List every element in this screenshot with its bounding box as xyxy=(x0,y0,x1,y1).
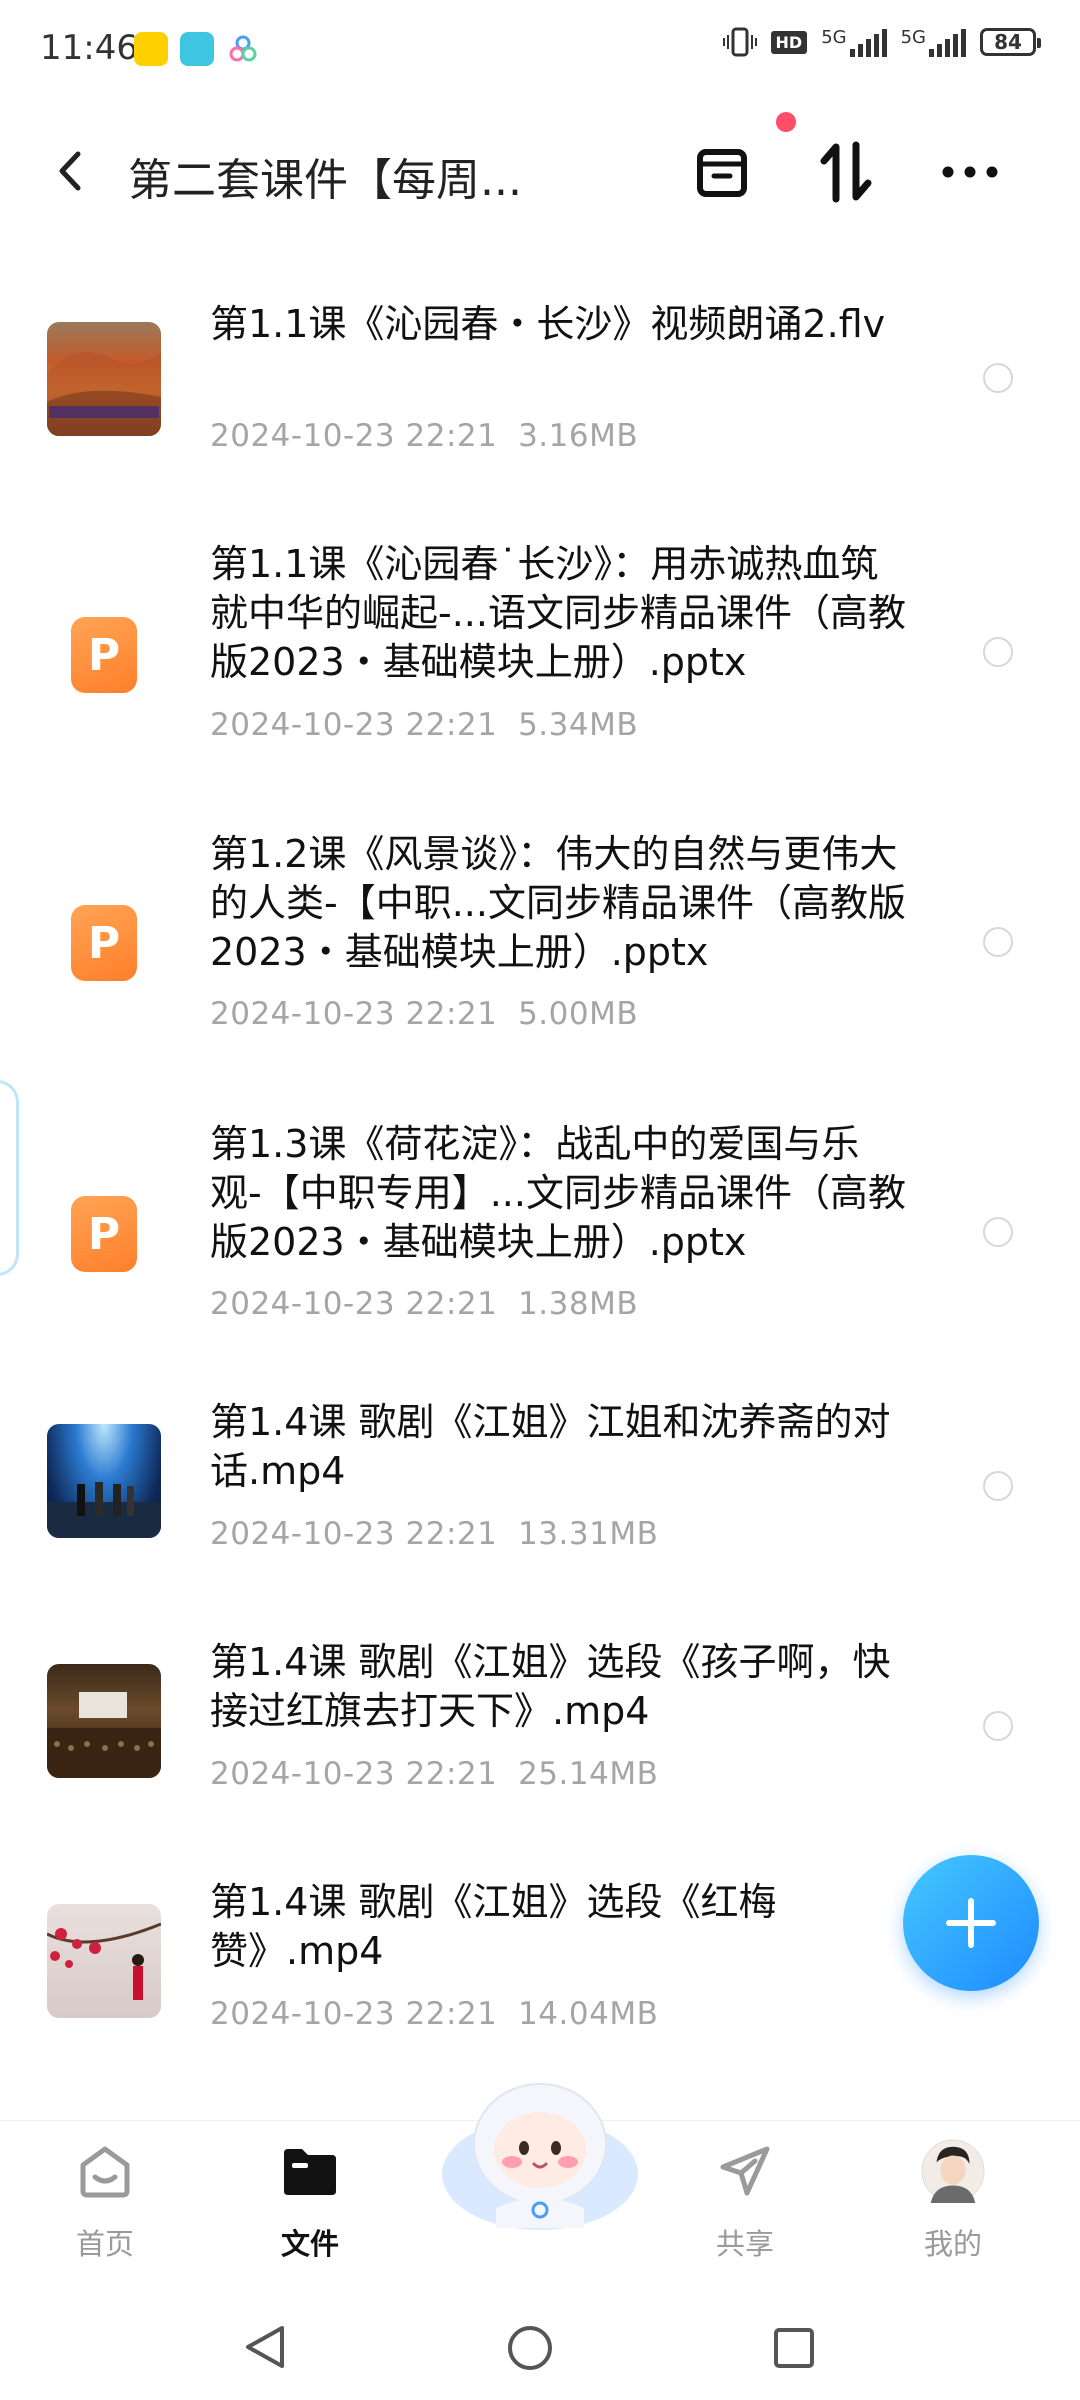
file-size: 1.38MB xyxy=(518,1286,639,1322)
network-label-2: 5G xyxy=(900,27,926,48)
top-bar: 第二套课件【每周... xyxy=(0,110,1080,230)
tab-share[interactable]: 共享 xyxy=(670,2121,820,2281)
tab-files-label: 文件 xyxy=(280,2227,339,2261)
file-name: 第1.4课 歌剧《江姐》江姐和沈养斋的对话.mp4 xyxy=(210,1400,891,1493)
file-size: 3.16MB xyxy=(518,418,639,454)
home-icon xyxy=(73,2139,137,2203)
file-meta: 2024-10-23 22:21 14.04MB xyxy=(210,1996,658,2032)
file-date: 2024-10-23 22:21 xyxy=(210,1516,498,1552)
file-item[interactable]: P 第1.2课《风景谈》：伟大的自然与更伟大的人类-【中职...文同步精品课件（… xyxy=(0,830,1080,1120)
file-size: 5.00MB xyxy=(518,996,639,1032)
file-meta: 2024-10-23 22:21 13.31MB xyxy=(210,1516,658,1552)
side-float-tab[interactable] xyxy=(0,1080,19,1276)
triangle-back-icon[interactable] xyxy=(242,2322,288,2372)
add-button[interactable] xyxy=(903,1855,1039,1991)
file-meta: 2024-10-23 22:21 5.34MB xyxy=(210,707,638,743)
file-date: 2024-10-23 22:21 xyxy=(210,1756,498,1792)
file-list: 第1.1课《沁园春・长沙》视频朗诵2.flv 2024-10-23 22:21 … xyxy=(0,290,1080,2118)
select-radio[interactable] xyxy=(983,1711,1013,1741)
battery-level: 84 xyxy=(994,30,1022,54)
video-thumbnail xyxy=(47,322,161,436)
sort-button[interactable] xyxy=(806,132,886,212)
select-radio[interactable] xyxy=(983,927,1013,957)
pptx-file-icon: P xyxy=(71,617,137,693)
video-thumbnail xyxy=(47,1424,161,1538)
file-item[interactable]: P 第1.3课《荷花淀》：战乱中的爱国与乐观-【中职专用】...文同步精品课件（… xyxy=(0,1120,1080,1398)
file-size: 5.34MB xyxy=(518,707,639,743)
signal-icon xyxy=(849,27,887,57)
battery-icon: 84 xyxy=(980,28,1041,56)
file-meta: 2024-10-23 22:21 25.14MB xyxy=(210,1756,658,1792)
file-item[interactable]: 第1.1课《沁园春・长沙》视频朗诵2.flv 2024-10-23 22:21 … xyxy=(0,290,1080,540)
file-name: 第1.4课 歌剧《江姐》选段《红梅赞》.mp4 xyxy=(210,1880,777,1973)
select-radio[interactable] xyxy=(983,637,1013,667)
share-icon xyxy=(713,2139,777,2203)
chat-app-icon xyxy=(180,32,214,66)
file-size: 14.04MB xyxy=(518,1996,659,2032)
video-thumbnail xyxy=(47,1904,161,2018)
network-label: 5G xyxy=(821,27,847,48)
tab-home[interactable]: 首页 xyxy=(30,2121,180,2281)
back-icon xyxy=(59,151,81,191)
status-indicators: HD 5G 5G 84 xyxy=(722,26,1041,58)
file-name: 第1.1课《沁园春・长沙》视频朗诵2.flv xyxy=(210,302,886,346)
file-date: 2024-10-23 22:21 xyxy=(210,707,498,743)
tab-files[interactable]: 文件 xyxy=(235,2121,385,2281)
back-button[interactable] xyxy=(50,146,90,196)
status-bar: 11:46 HD 5G 5G 84 xyxy=(0,0,1080,100)
file-item[interactable]: P 第1.1课《沁园春˙长沙》：用赤诚热血筑就中华的崛起-...语文同步精品课件… xyxy=(0,540,1080,830)
signal-icon-2 xyxy=(929,27,966,57)
notification-dot xyxy=(776,112,796,132)
more-button[interactable] xyxy=(930,132,1010,212)
file-date: 2024-10-23 22:21 xyxy=(210,1286,498,1322)
tab-mine[interactable]: 我的 xyxy=(878,2121,1028,2281)
square-recents-icon[interactable] xyxy=(772,2326,816,2370)
tab-share-label: 共享 xyxy=(715,2227,774,2261)
folder-icon xyxy=(278,2139,342,2203)
file-item[interactable]: 第1.4课 歌剧《江姐》选段《孩子啊，快接过红旗去打天下》.mp4 2024-1… xyxy=(0,1638,1080,1878)
sort-icon xyxy=(820,141,872,203)
video-thumbnail xyxy=(47,1664,161,1778)
select-radio[interactable] xyxy=(983,1471,1013,1501)
system-nav-bar xyxy=(0,2300,1080,2400)
file-name: 第1.1课《沁园春˙长沙》：用赤诚热血筑就中华的崛起-...语文同步精品课件（高… xyxy=(210,542,906,684)
select-radio[interactable] xyxy=(983,363,1013,393)
file-date: 2024-10-23 22:21 xyxy=(210,418,498,454)
folder-title: 第二套课件【每周... xyxy=(128,155,522,206)
select-radio[interactable] xyxy=(983,1217,1013,1247)
tab-mine-label: 我的 xyxy=(923,2227,982,2261)
file-meta: 2024-10-23 22:21 3.16MB xyxy=(210,418,638,454)
file-name: 第1.3课《荷花淀》：战乱中的爱国与乐观-【中职专用】...文同步精品课件（高教… xyxy=(210,1122,906,1264)
more-icon xyxy=(942,166,998,178)
add-icon xyxy=(946,1898,996,1948)
inbox-icon xyxy=(697,149,747,197)
file-item[interactable]: 第1.4课 歌剧《江姐》江姐和沈养斋的对话.mp4 2024-10-23 22:… xyxy=(0,1398,1080,1638)
inbox-button[interactable] xyxy=(682,132,762,212)
status-time: 11:46 xyxy=(40,28,138,68)
hd-badge: HD xyxy=(770,30,808,54)
pptx-file-icon: P xyxy=(71,1196,137,1272)
file-date: 2024-10-23 22:21 xyxy=(210,996,498,1032)
file-name: 第1.4课 歌剧《江姐》选段《孩子啊，快接过红旗去打天下》.mp4 xyxy=(210,1640,891,1733)
assistant-mascot-button[interactable] xyxy=(430,2058,650,2238)
file-date: 2024-10-23 22:21 xyxy=(210,1996,498,2032)
vibrate-icon xyxy=(722,27,757,57)
circle-home-icon[interactable] xyxy=(506,2324,554,2372)
tab-home-label: 首页 xyxy=(75,2227,134,2261)
mascot-icon xyxy=(442,2083,638,2230)
meituan-app-icon xyxy=(134,32,168,66)
file-size: 25.14MB xyxy=(518,1756,659,1792)
avatar xyxy=(921,2139,985,2203)
file-meta: 2024-10-23 22:21 1.38MB xyxy=(210,1286,638,1322)
file-size: 13.31MB xyxy=(518,1516,659,1552)
file-meta: 2024-10-23 22:21 5.00MB xyxy=(210,996,638,1032)
file-name: 第1.2课《风景谈》：伟大的自然与更伟大的人类-【中职...文同步精品课件（高教… xyxy=(210,832,906,974)
cloud-app-icon xyxy=(226,32,260,66)
pptx-file-icon: P xyxy=(71,905,137,981)
